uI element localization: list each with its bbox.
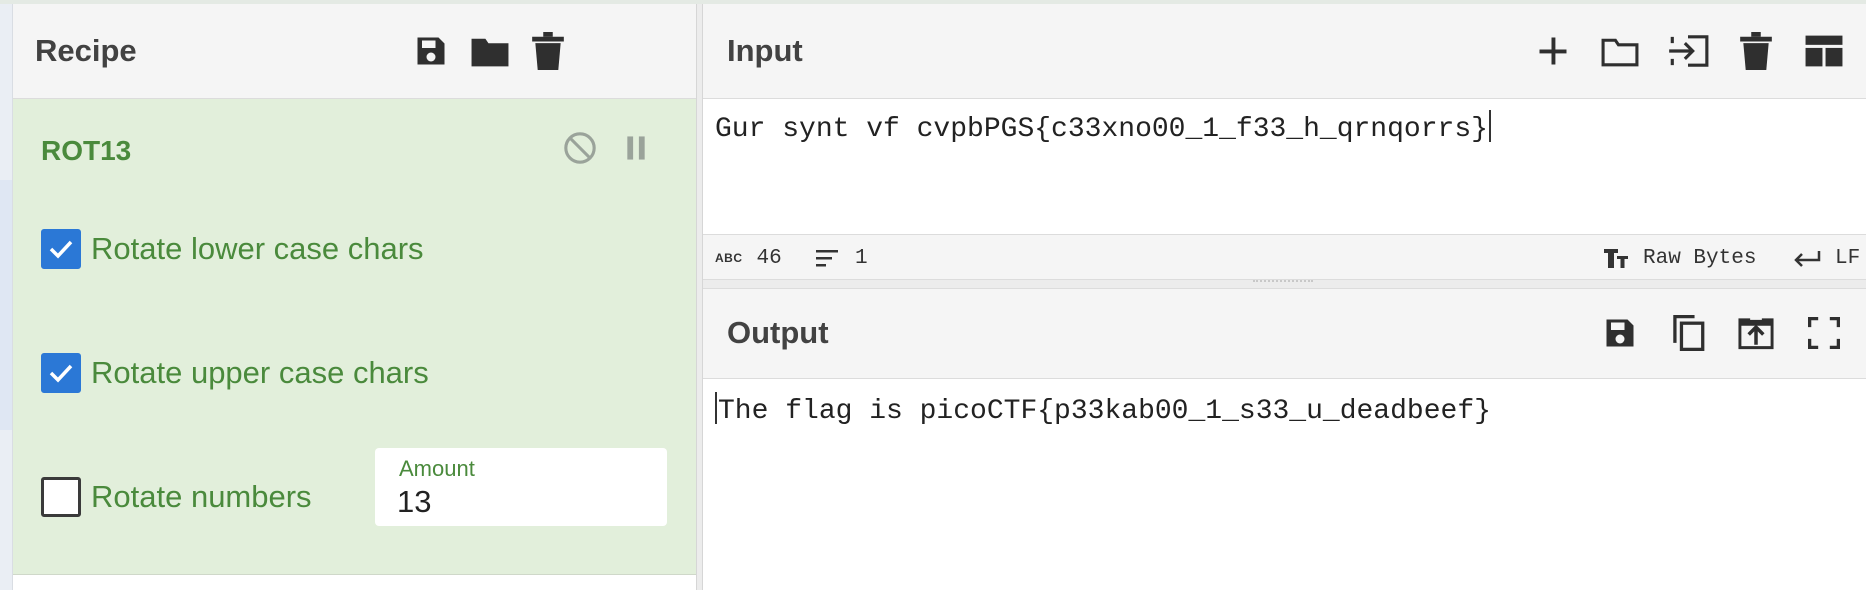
output-textarea[interactable]: The flag is picoCTF{p33kab00_1_s33_u_dea… <box>715 392 1491 427</box>
copy-icon[interactable] <box>1666 311 1710 355</box>
operations-list-highlight <box>0 180 12 430</box>
input-panel: Input Gur synt vf cvpbPGS{c33xno00_1_f33… <box>703 4 1866 280</box>
lines-icon <box>815 248 841 268</box>
operation-title: ROT13 <box>41 135 132 166</box>
rotate-lower-label: Rotate lower case chars <box>91 231 424 266</box>
maximize-icon[interactable] <box>1802 311 1846 355</box>
operation-rot13: ROT13 Rotate lower case chars Rotate upp… <box>13 99 696 575</box>
checkbox-unchecked[interactable] <box>41 477 81 517</box>
trash-icon[interactable] <box>526 29 570 73</box>
save-icon[interactable] <box>409 29 453 73</box>
disable-icon[interactable] <box>560 128 600 168</box>
plus-icon[interactable] <box>1531 29 1575 73</box>
output-value: The flag is picoCTF{p33kab00_1_s33_u_dea… <box>718 396 1491 427</box>
lines-value: 1 <box>855 246 868 270</box>
checkbox-checked[interactable] <box>41 229 81 269</box>
recipe-header: Recipe <box>13 4 696 99</box>
save-icon[interactable] <box>1598 311 1642 355</box>
text-caret <box>1488 110 1491 142</box>
io-resize-handle[interactable] <box>703 280 1866 288</box>
rotate-upper-label: Rotate upper case chars <box>91 355 429 390</box>
rotate-lower-option[interactable]: Rotate lower case chars <box>41 227 424 271</box>
pause-icon[interactable] <box>616 128 656 168</box>
rotate-numbers-option[interactable]: Rotate numbers <box>41 475 312 519</box>
folder-icon[interactable] <box>468 29 512 73</box>
encoding-label: Raw Bytes <box>1643 246 1757 270</box>
replace-input-icon[interactable] <box>1734 311 1778 355</box>
eol-selector[interactable]: LF <box>1793 235 1860 281</box>
operations-list-edge <box>0 4 13 590</box>
rotate-upper-option[interactable]: Rotate upper case chars <box>41 351 429 395</box>
input-title: Input <box>727 33 803 68</box>
eol-label: LF <box>1835 246 1861 270</box>
import-icon[interactable] <box>1666 29 1710 73</box>
input-status-bar: ABC 46 1 Raw Bytes LF <box>703 234 1866 280</box>
output-panel: Output The flag is picoCTF{p33kab00_1_s3… <box>703 288 1866 590</box>
checkbox-checked[interactable] <box>41 353 81 393</box>
recipe-panel: Recipe ROT13 Rotate lower case chars Rot… <box>13 4 696 590</box>
input-value: Gur synt vf cvpbPGS{c33xno00_1_f33_h_qrn… <box>715 114 1488 145</box>
resize-grip[interactable] <box>1253 280 1313 286</box>
text-caret <box>715 392 717 424</box>
input-textarea[interactable]: Gur synt vf cvpbPGS{c33xno00_1_f33_h_qrn… <box>715 110 1491 145</box>
lines-stat: 1 <box>815 235 868 281</box>
encoding-selector[interactable]: Raw Bytes <box>1603 235 1756 281</box>
recipe-title: Recipe <box>35 33 137 68</box>
rotate-numbers-label: Rotate numbers <box>91 479 312 514</box>
input-header: Input <box>703 4 1866 99</box>
output-header: Output <box>703 288 1866 379</box>
layout-icon[interactable] <box>1802 29 1846 73</box>
trash-icon[interactable] <box>1734 29 1778 73</box>
amount-input[interactable] <box>397 484 637 520</box>
length-stat: ABC 46 <box>715 235 782 281</box>
return-icon <box>1793 248 1821 268</box>
output-title: Output <box>727 315 829 350</box>
folder-icon[interactable] <box>1598 29 1642 73</box>
panel-divider[interactable] <box>696 4 703 590</box>
text-size-icon <box>1603 247 1629 269</box>
amount-field[interactable]: Amount <box>375 448 667 526</box>
abc-icon: ABC <box>715 251 743 265</box>
amount-label: Amount <box>399 456 475 481</box>
length-value: 46 <box>756 246 782 270</box>
